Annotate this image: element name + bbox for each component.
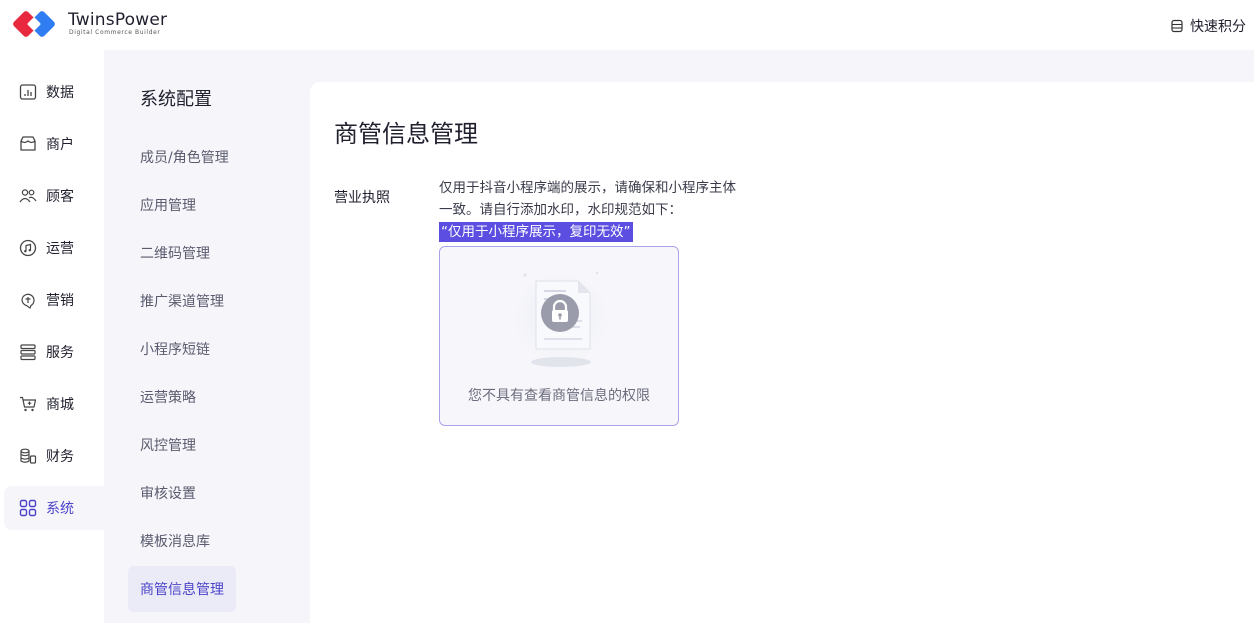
sidebar-item-operations[interactable]: 运营 [4,226,104,270]
secondary-sidebar: 系统配置 成员/角色管理 应用管理 二维码管理 推广渠道管理 小程序短链 运营策… [104,50,310,623]
quick-points-button[interactable]: 快速积分 [1170,16,1246,36]
subnav-item-review-settings[interactable]: 审核设置 [128,470,236,516]
sidebar-item-label: 数据 [46,85,74,101]
description-line: 仅用于抖音小程序端的展示，请确保和小程序主体 [439,180,736,196]
system-grid-icon [19,499,37,517]
marketing-icon [21,293,35,309]
subnav-item-promo-channels[interactable]: 推广渠道管理 [128,278,236,324]
sidebar-item-customers[interactable]: 顾客 [4,174,104,218]
data-chart-icon [19,84,37,100]
subnav-item-risk-control[interactable]: 风控管理 [128,422,236,468]
operations-icon [19,239,37,257]
sidebar-item-finance[interactable]: 财务 [4,434,104,478]
sidebar-item-service[interactable]: 服务 [4,330,104,374]
sidebar-item-label: 运营 [46,241,74,257]
subnav-item-short-links[interactable]: 小程序短链 [128,326,236,372]
quick-points-label: 快速积分 [1190,19,1246,35]
sidebar-item-marketing[interactable]: 营销 [4,278,104,322]
sidebar-item-label: 财务 [46,449,74,465]
content-card: 商管信息管理 营业执照 仅用于抖音小程序端的展示，请确保和小程序主体 一致。请自… [310,82,1254,623]
twinspower-logo-icon [13,11,55,37]
subnav-item-app-management[interactable]: 应用管理 [128,182,236,228]
subnav-item-merchant-info[interactable]: 商管信息管理 [128,566,236,612]
primary-sidebar: 数据 商户 顾客 运营 营销 服务 商城 财务 系统 [0,50,104,623]
sidebar-item-mall[interactable]: 商城 [4,382,104,426]
database-icon [1171,19,1183,33]
sidebar-item-label: 顾客 [46,189,74,205]
sidebar-item-label: 系统 [46,501,74,517]
business-license-label: 营业执照 [334,190,390,206]
brand-name: TwinsPower [68,10,168,30]
brand-subtitle: Digital Commerce Builder [69,29,161,36]
sidebar-item-data[interactable]: 数据 [4,70,104,114]
app-root: TwinsPower Digital Commerce Builder 快速积分… [0,0,1254,623]
sidebar-item-label: 服务 [46,345,74,361]
sidebar-item-label: 商城 [46,397,74,413]
subnav-item-qrcode[interactable]: 二维码管理 [128,230,236,276]
customers-icon [19,189,37,203]
service-icon [20,344,36,361]
subnav-item-strategy[interactable]: 运营策略 [128,374,236,420]
finance-icon [20,448,37,464]
no-permission-text: 您不具有查看商管信息的权限 [468,388,650,404]
top-header: TwinsPower Digital Commerce Builder 快速积分 [0,0,1254,50]
store-icon [20,136,36,151]
sidebar-item-system[interactable]: 系统 [4,486,104,530]
subnav-item-members-roles[interactable]: 成员/角色管理 [128,134,236,180]
sidebar-item-label: 商户 [46,137,74,153]
sidebar-item-label: 营销 [46,293,74,309]
mall-cart-icon [20,396,37,412]
page-title: 商管信息管理 [334,120,478,148]
description-line: 一致。请自行添加水印，水印规范如下： [439,202,682,218]
sidebar-item-merchant[interactable]: 商户 [4,122,104,166]
watermark-example: “仅用于小程序展示，复印无效” [439,222,633,242]
locked-document-icon [515,271,607,367]
license-description: 仅用于抖音小程序端的展示，请确保和小程序主体 一致。请自行添加水印，水印规范如下… [439,177,759,243]
subnav-title: 系统配置 [140,89,212,110]
no-permission-box: 您不具有查看商管信息的权限 [439,246,679,426]
subnav-item-message-templates[interactable]: 模板消息库 [128,518,236,564]
